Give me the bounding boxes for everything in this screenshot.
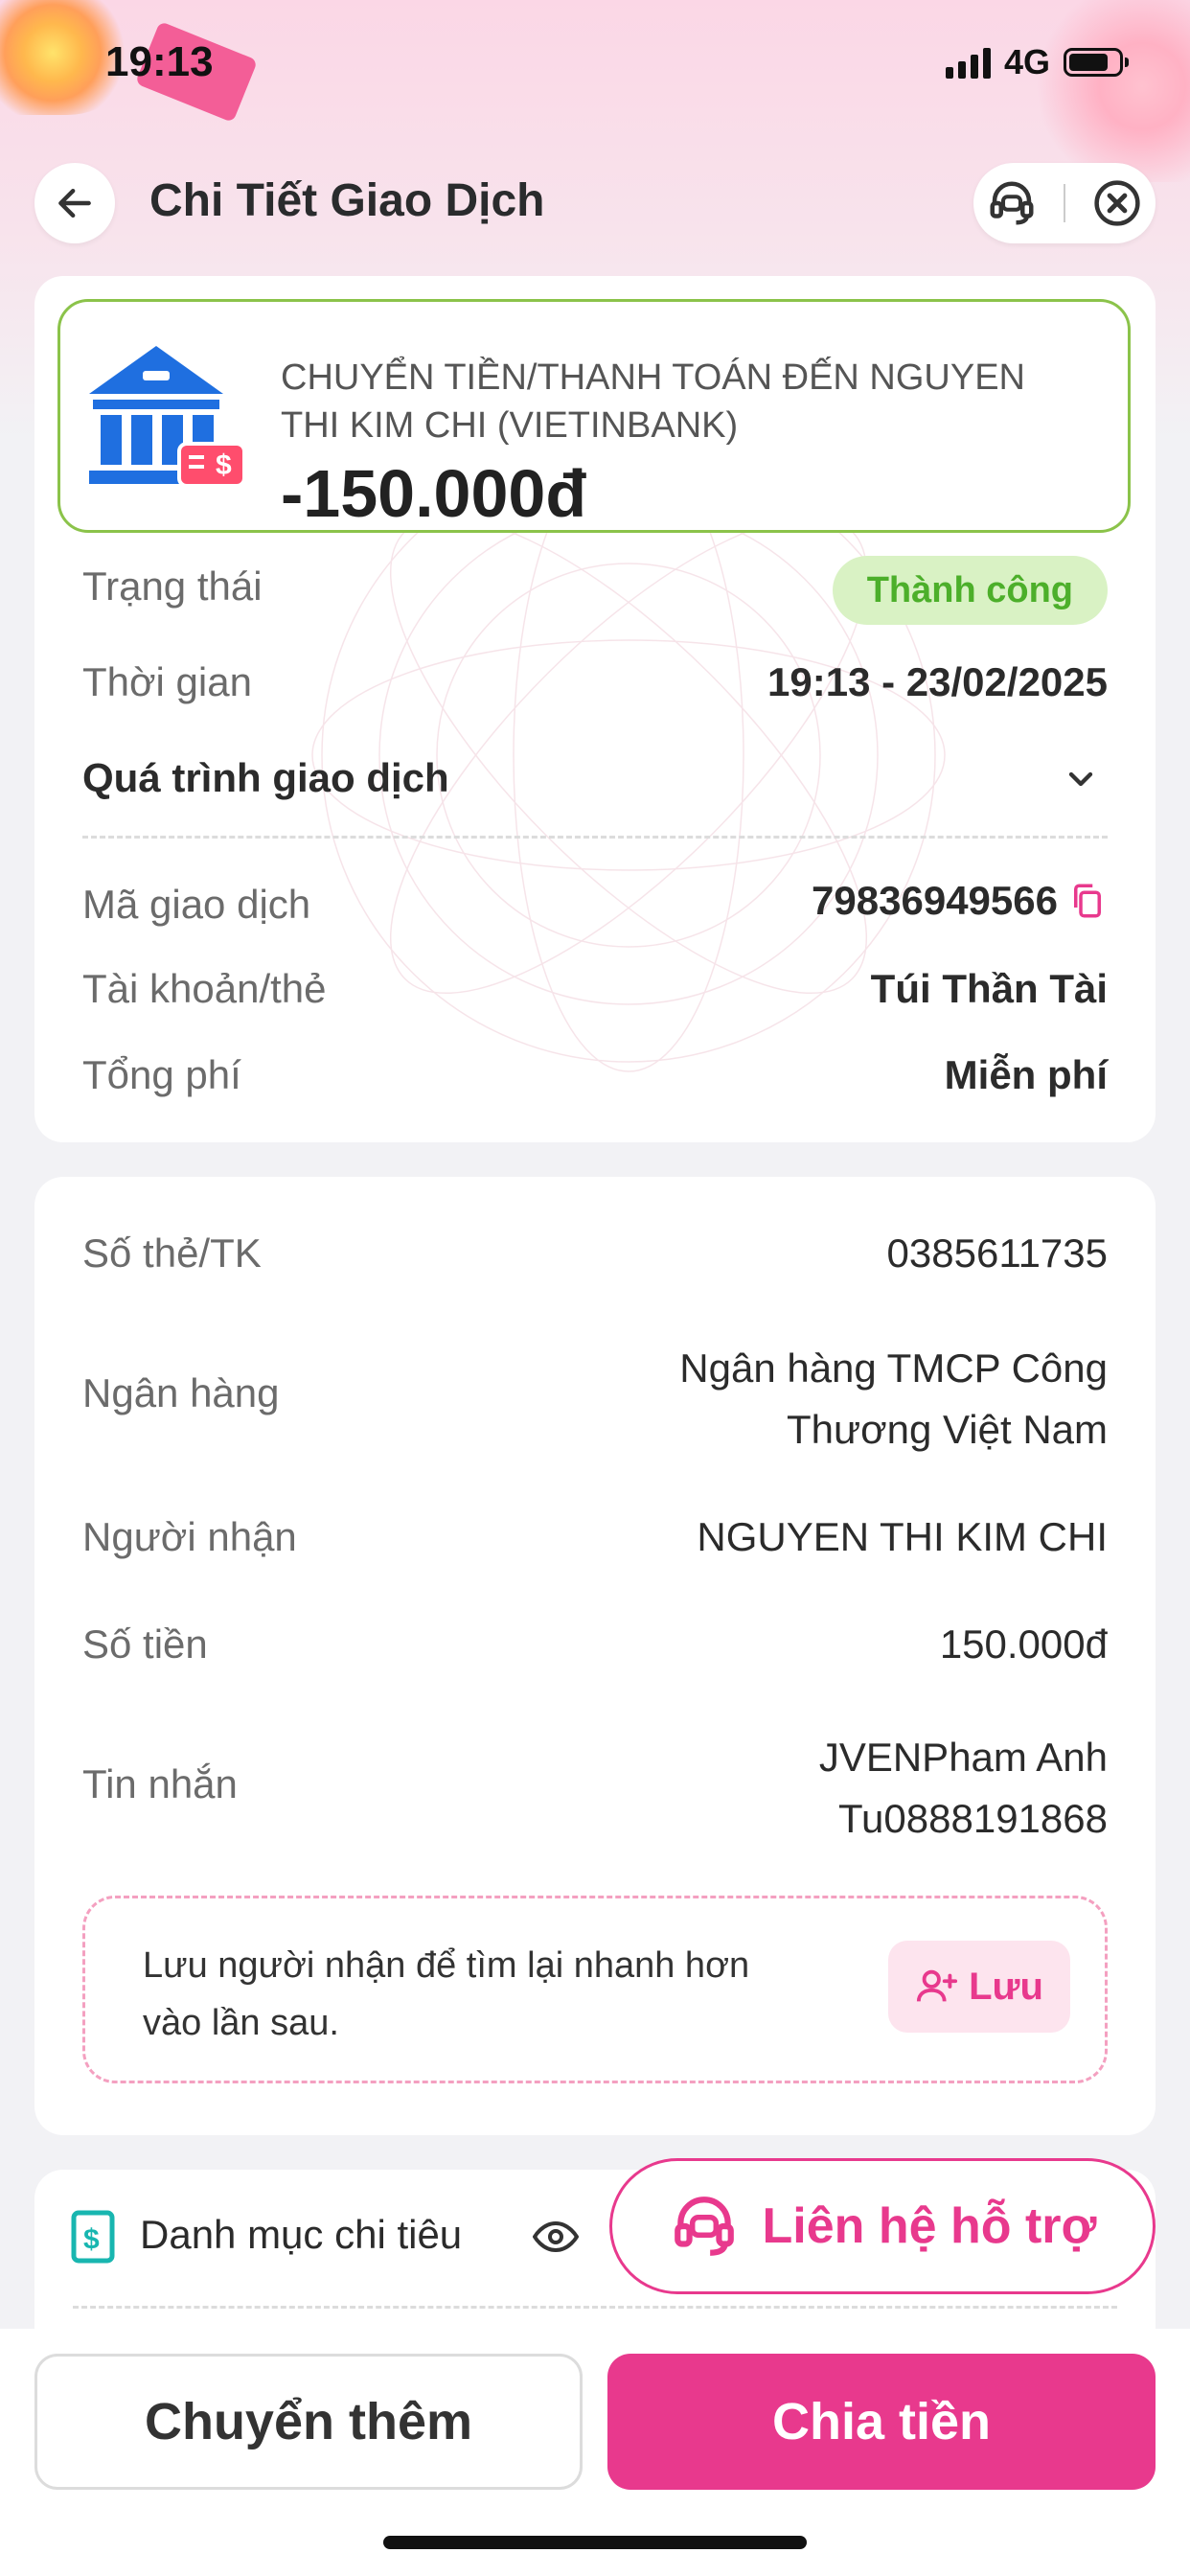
contact-support-button[interactable]: Liên hệ hỗ trợ [609,2158,1156,2294]
status-label: Trạng thái [82,564,263,609]
save-recipient-button[interactable]: Lưu [888,1941,1070,2033]
copy-icon[interactable] [1067,881,1108,921]
divider [73,2306,1117,2309]
account-label: Tài khoản/thẻ [82,966,327,1011]
save-recipient-prompt: Lưu người nhận để tìm lại nhanh hơn vào … [143,1937,871,2052]
add-user-icon [916,1969,958,2002]
txn-id-row: 79836949566 [812,878,1108,924]
money-note-icon: $ [71,2210,115,2264]
status-time: 19:13 [105,38,214,85]
support-headset-icon[interactable] [986,177,1038,229]
split-bill-button[interactable]: Chia tiền [607,2354,1156,2490]
divider [1063,184,1065,222]
save-prompt-line1: Lưu người nhận để tìm lại nhanh hơn [143,1945,750,1986]
recipient-name-value: NGUYEN THI KIM CHI [697,1514,1108,1559]
back-button[interactable] [34,163,115,243]
transaction-summary: $ CHUYỂN TIỀN/THANH TOÁN ĐẾN NGUYEN THI … [57,299,1131,533]
time-value: 19:13 - 23/02/2025 [767,659,1108,704]
message-label: Tin nhắn [82,1761,238,1806]
transaction-card: $ CHUYỂN TIỀN/THANH TOÁN ĐẾN NGUYEN THI … [34,276,1156,1142]
message-line1: JVENPham Anh [818,1735,1108,1780]
battery-icon [1064,48,1129,77]
svg-text:$: $ [216,449,232,481]
fee-value: Miễn phí [944,1052,1108,1097]
home-indicator [383,2536,807,2549]
page-title: Chi Tiết Giao Dịch [149,175,545,226]
save-button-label: Lưu [969,1965,1043,2008]
card-number-label: Số thẻ/TK [82,1230,262,1276]
bank-value-line2: Thương Việt Nam [786,1407,1108,1452]
save-recipient-box: Lưu người nhận để tìm lại nhanh hơn vào … [82,1896,1108,2083]
process-toggle-label[interactable]: Quá trình giao dịch [82,755,449,801]
status-badge: Thành công [832,556,1108,625]
back-arrow-icon [58,188,91,218]
bank-value-line1: Ngân hàng TMCP Công [679,1346,1108,1391]
message-line2: Tu0888191868 [837,1796,1108,1841]
status-indicators: 4G [945,42,1129,82]
support-headset-icon [674,2196,734,2256]
account-value: Túi Thần Tài [870,966,1108,1011]
recipient-card: Số thẻ/TK 0385611735 Ngân hàng Ngân hàng… [34,1177,1156,2135]
message-value: JVENPham Anh Tu0888191868 [819,1727,1108,1850]
transfer-more-button[interactable]: Chuyển thêm [34,2354,583,2490]
close-icon[interactable] [1091,177,1143,229]
blossom-decoration [970,0,1190,182]
network-type: 4G [1003,42,1050,81]
bank-label: Ngân hàng [82,1370,280,1415]
transaction-amount: -150.000đ [281,456,587,531]
time-label: Thời gian [82,659,252,704]
chevron-down-icon[interactable] [1062,760,1100,798]
divider [82,836,1108,839]
summary-title: CHUYỂN TIỀN/THANH TOÁN ĐẾN NGUYEN THI KI… [281,357,1025,446]
amount-value: 150.000đ [939,1622,1108,1667]
fee-label: Tổng phí [82,1052,241,1097]
support-label: Liên hệ hỗ trợ [762,2198,1097,2254]
header-actions [973,163,1156,243]
signal-icon [945,46,991,79]
eye-icon[interactable] [533,2214,579,2260]
category-label: Danh mục chi tiêu [140,2212,463,2257]
save-prompt-line2: vào lần sau. [143,2003,339,2043]
amount-label: Số tiền [82,1622,208,1667]
svg-text:$: $ [83,2224,100,2256]
bank-icon: $ [89,346,246,488]
txn-id-label: Mã giao dịch [82,882,311,927]
card-number-value: 0385611735 [886,1230,1108,1276]
txn-id-value: 79836949566 [812,878,1058,923]
recipient-name-label: Người nhận [82,1514,297,1559]
bank-value: Ngân hàng TMCP Công Thương Việt Nam [679,1338,1108,1460]
